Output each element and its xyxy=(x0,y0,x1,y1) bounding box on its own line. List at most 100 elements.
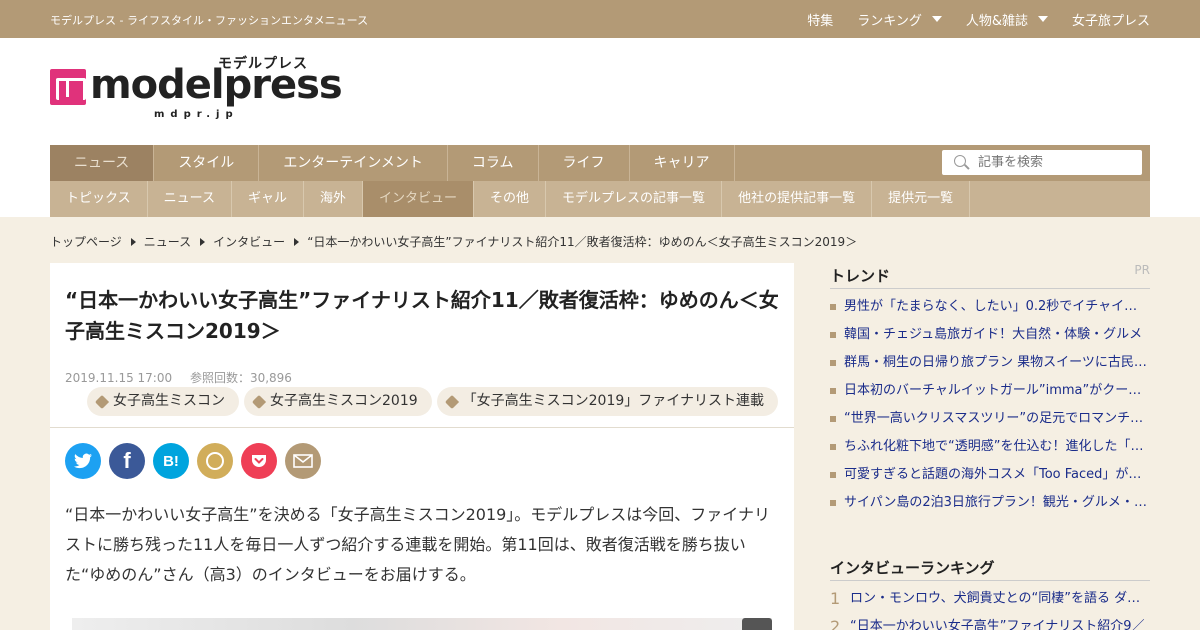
nav-career[interactable]: キャリア xyxy=(630,145,735,181)
pocket-icon xyxy=(252,455,266,467)
search-icon[interactable] xyxy=(954,154,970,171)
tag-item[interactable]: 女子高生ミスコン2019 xyxy=(244,387,432,416)
article-tags: 女子高生ミスコン 女子高生ミスコン2019 「女子高生ミスコン2019」ファイナ… xyxy=(87,387,783,416)
article-title: “日本一かわいい女子高生”ファイナリスト紹介11／敗者復活枠：ゆめのん＜女子高生… xyxy=(65,288,779,343)
twitter-share-button[interactable] xyxy=(65,443,101,479)
trend-list: 男性が「たまらなく、したい」0.2秒でイチャイチャモードに 韓国・チェジュ島旅ガ… xyxy=(830,293,1150,517)
divider xyxy=(50,427,794,428)
trend-item[interactable]: 可愛すぎると話題の海外コスメ「Too Faced」が日本上陸 xyxy=(830,461,1150,489)
site-tagline: モデルプレス - ライフスタイル・ファッションエンタメニュース xyxy=(50,14,369,27)
trend-item[interactable]: サイパン島の2泊3日旅行プラン！観光・グルメ・ビーチ xyxy=(830,489,1150,517)
subnav-interview[interactable]: インタビュー xyxy=(363,181,475,217)
tag-label: 女子高生ミスコン xyxy=(113,393,225,409)
bullet-icon xyxy=(830,388,836,394)
article-photo[interactable] xyxy=(72,618,772,630)
twitter-icon xyxy=(74,453,92,469)
facebook-icon: f xyxy=(123,448,131,473)
breadcrumb-interview[interactable]: インタビュー xyxy=(213,233,285,250)
tag-icon xyxy=(94,394,110,409)
subnav-providers[interactable]: 提供元一覧 xyxy=(872,181,971,217)
bullet-icon xyxy=(830,304,836,310)
article-views: 参照回数：30,896 xyxy=(189,371,292,385)
top-link-label: 人物&雑誌 xyxy=(965,13,1028,29)
facebook-share-button[interactable]: f xyxy=(109,443,145,479)
chevron-down-icon xyxy=(931,16,942,22)
hatena-icon: B! xyxy=(163,452,179,470)
breadcrumb-home[interactable]: トップページ xyxy=(50,233,122,250)
trend-item-text: 韓国・チェジュ島旅ガイド！大自然・体験・グルメ xyxy=(844,327,1143,342)
top-nav: 特集 ランキング 人物&雑誌 女子旅プレス xyxy=(783,0,1150,38)
ranking-item[interactable]: 1 ロン・モンロウ、犬飼貴丈との“同棲”を語る ダブル主演 xyxy=(830,585,1150,613)
top-link-label: 女子旅プレス xyxy=(1071,13,1150,29)
top-link-ranking[interactable]: ランキング xyxy=(857,10,942,29)
trend-item[interactable]: 日本初のバーチャルイットガール”imma”がクールすぎる xyxy=(830,377,1150,405)
breadcrumb-current: “日本一かわいい女子高生”ファイナリスト紹介11／敗者復活枠：ゆめのん＜女子高生… xyxy=(307,235,858,249)
nav-news[interactable]: ニュース xyxy=(50,145,155,181)
subnav-overseas[interactable]: 海外 xyxy=(304,181,364,217)
search-box xyxy=(942,150,1142,175)
share-buttons: f B! xyxy=(65,443,329,479)
subnav-news[interactable]: ニュース xyxy=(148,181,232,217)
logo-word: modelpress xyxy=(90,62,343,108)
mail-icon xyxy=(293,454,313,468)
ranking-item-text: ロン・モンロウ、犬飼貴丈との“同棲”を語る ダブル主演 xyxy=(850,591,1148,606)
tag-item[interactable]: 女子高生ミスコン xyxy=(87,387,239,416)
pocket-share-button[interactable] xyxy=(241,443,277,479)
ranking-list: 1 ロン・モンロウ、犬飼貴丈との“同棲”を語る ダブル主演 2 “日本一かわいい女子… xyxy=(830,585,1150,630)
primary-nav: ニュース スタイル エンターテインメント コラム ライフ キャリア xyxy=(50,145,1150,181)
mixi-share-button[interactable] xyxy=(197,443,233,479)
bullet-icon xyxy=(830,472,836,478)
chevron-right-icon xyxy=(294,237,300,246)
subnav-mdpr-articles[interactable]: モデルプレスの記事一覧 xyxy=(546,181,723,217)
article-lead: “日本一かわいい女子高生”を決める「女子高生ミスコン2019」。モデルプレスは今… xyxy=(65,505,770,584)
pr-label: PR xyxy=(1134,263,1150,277)
ranking-item[interactable]: 2 “日本一かわいい女子高生”ファイナリスト紹介9／ xyxy=(830,613,1150,630)
nav-style[interactable]: スタイル xyxy=(154,145,260,181)
subnav-other[interactable]: その他 xyxy=(474,181,547,217)
sidebar: トレンド PR 男性が「たまらなく、したい」0.2秒でイチャイチャモードに 韓国… xyxy=(830,263,1150,630)
mail-share-button[interactable] xyxy=(285,443,321,479)
chevron-down-icon xyxy=(1037,16,1048,22)
trend-item[interactable]: 群馬・桐生の日帰り旅プラン 果物スイーツに古民家カフェ xyxy=(830,349,1150,377)
trend-item-text: 群馬・桐生の日帰り旅プラン 果物スイーツに古民家カフェ xyxy=(844,355,1150,370)
tag-label: 女子高生ミスコン2019 xyxy=(270,393,418,409)
top-link-feature[interactable]: 特集 xyxy=(807,10,833,29)
trend-item-text: 男性が「たまらなく、したい」0.2秒でイチャイチャモードに xyxy=(844,299,1150,314)
nav-entertainment[interactable]: エンターテインメント xyxy=(259,145,448,181)
site-header: モデルプレス modelpress mdpr.jp ニュース スタイル エンター… xyxy=(0,38,1200,217)
trend-item[interactable]: “世界一高いクリスマスツリー”の足元でロマンチックに xyxy=(830,405,1150,433)
logo-m-icon xyxy=(50,69,86,105)
subnav-partner-articles[interactable]: 他社の提供記事一覧 xyxy=(722,181,873,217)
tag-label: 「女子高生ミスコン2019」ファイナリスト連載 xyxy=(462,393,764,409)
tag-item[interactable]: 「女子高生ミスコン2019」ファイナリスト連載 xyxy=(436,387,778,416)
article-meta: 2019.11.15 17:00 参照回数：30,896 xyxy=(65,369,306,386)
nav-column[interactable]: コラム xyxy=(448,145,539,181)
hatena-share-button[interactable]: B! xyxy=(153,443,189,479)
subnav-topics[interactable]: トピックス xyxy=(50,181,148,217)
subnav-gal[interactable]: ギャル xyxy=(232,181,304,217)
zoom-icon[interactable] xyxy=(742,618,772,630)
nav-life[interactable]: ライフ xyxy=(539,145,630,181)
trend-item-text: ちふれ化粧下地で“透明感”を仕込む！進化した「メイクアップベース」 xyxy=(844,439,1150,454)
chevron-right-icon xyxy=(130,237,136,246)
trend-header: トレンド PR xyxy=(830,263,1150,289)
ranking-title: インタビューランキング xyxy=(830,559,995,577)
top-link-joshitabi[interactable]: 女子旅プレス xyxy=(1072,10,1150,29)
site-logo[interactable]: モデルプレス modelpress mdpr.jp xyxy=(50,53,343,123)
top-bar: モデルプレス - ライフスタイル・ファッションエンタメニュース 特集 ランキング… xyxy=(0,0,1200,38)
secondary-nav: トピックス ニュース ギャル 海外 インタビュー その他 モデルプレスの記事一覧… xyxy=(50,181,1150,217)
trend-item-text: サイパン島の2泊3日旅行プラン！観光・グルメ・ビーチ xyxy=(844,495,1150,510)
trend-item[interactable]: ちふれ化粧下地で“透明感”を仕込む！進化した「メイクアップベース」 xyxy=(830,433,1150,461)
trend-item[interactable]: 韓国・チェジュ島旅ガイド！大自然・体験・グルメ xyxy=(830,321,1150,349)
chevron-right-icon xyxy=(200,237,206,246)
ranking-number: 2 xyxy=(830,617,841,630)
ranking-header: インタビューランキング xyxy=(830,555,1150,581)
search-input[interactable] xyxy=(978,155,1128,170)
logo-domain: mdpr.jp xyxy=(154,109,239,120)
breadcrumb: トップページ ニュース インタビュー “日本一かわいい女子高生”ファイナリスト紹… xyxy=(50,233,857,250)
trend-item[interactable]: 男性が「たまらなく、したい」0.2秒でイチャイチャモードに xyxy=(830,293,1150,321)
bullet-icon xyxy=(830,444,836,450)
mixi-icon xyxy=(206,452,224,470)
top-link-people[interactable]: 人物&雑誌 xyxy=(966,10,1048,29)
breadcrumb-news[interactable]: ニュース xyxy=(144,233,191,250)
